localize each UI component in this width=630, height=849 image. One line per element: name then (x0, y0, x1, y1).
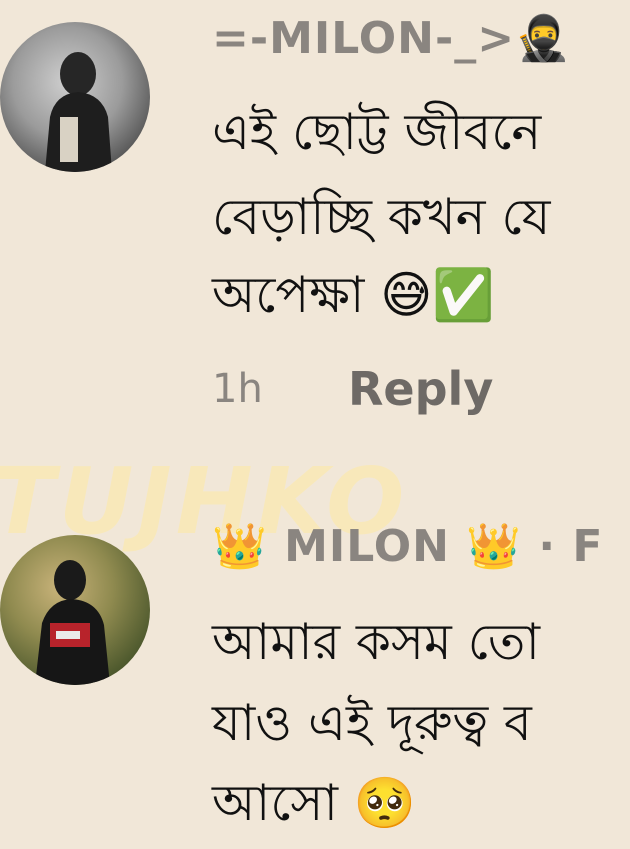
comment-text-line: আমার কসম তো (212, 613, 540, 671)
comment-text-line: যাও এই দূরুত্ব ব (212, 694, 532, 752)
reply-button[interactable]: Reply (348, 362, 493, 416)
comment-text-line: এই ছোট্ট জীবনে (212, 103, 542, 161)
comment-timestamp: 1h (212, 366, 263, 412)
person-silhouette-icon (45, 52, 112, 172)
avatar[interactable] (0, 535, 150, 685)
person-silhouette-icon (35, 560, 110, 685)
comment-text-line: বেড়াচ্ছি কখন যে (212, 188, 551, 246)
comment-text-line: অপেক্ষা 😅✅ (212, 266, 495, 324)
comment-author[interactable]: =-MILON-_>🥷 (212, 12, 571, 64)
comment-author[interactable]: 👑 MILON 👑 · F (212, 520, 603, 572)
comment-text-line: আসো 🥺 (212, 774, 417, 832)
avatar[interactable] (0, 22, 150, 172)
